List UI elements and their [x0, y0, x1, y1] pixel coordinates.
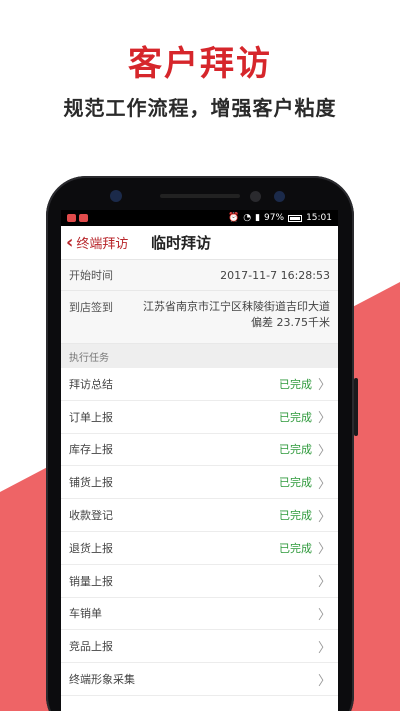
nav-bar: ‹ 终端拜访 临时拜访: [61, 226, 338, 260]
chevron-right-icon: 〉: [317, 607, 331, 623]
phone-side-button: [354, 378, 358, 436]
status-bar: ⏰ ◔ ▮ 97% 15:01: [61, 210, 338, 226]
task-row-sales-report[interactable]: 销量上报 〉: [61, 564, 338, 598]
alarm-icon: ⏰: [228, 213, 240, 223]
task-label: 铺货上报: [69, 476, 113, 490]
back-button[interactable]: ‹ 终端拜访: [61, 233, 128, 252]
proximity-sensor-icon: [274, 191, 285, 202]
chevron-right-icon: 〉: [317, 411, 331, 427]
chevron-right-icon: 〉: [317, 575, 331, 591]
task-row-payment-record[interactable]: 收款登记 已完成〉: [61, 499, 338, 532]
task-status: 已完成: [278, 476, 312, 490]
chevron-right-icon: 〉: [317, 542, 331, 558]
battery-icon: [288, 214, 303, 222]
task-label: 销量上报: [69, 574, 113, 588]
start-time-value: 2017-11-7 16:28:53: [220, 268, 330, 282]
checkin-row: 到店签到 江苏省南京市江宁区秣陵街道吉印大道 偏差 23.75千米: [61, 291, 338, 344]
chevron-right-icon: 〉: [317, 378, 331, 394]
checkin-label: 到店签到: [69, 301, 113, 314]
task-label: 订单上报: [69, 410, 113, 424]
task-label: 库存上报: [69, 443, 113, 457]
task-label: 拜访总结: [69, 377, 113, 391]
task-row-store-image[interactable]: 终端形象采集 〉: [61, 663, 338, 696]
task-label: 终端形象采集: [69, 673, 135, 687]
chevron-right-icon: 〉: [317, 509, 331, 525]
task-list: 拜访总结 已完成〉 订单上报 已完成〉 库存上报 已完成〉 铺货上报 已完成〉 …: [61, 368, 338, 696]
task-label: 退货上报: [69, 541, 113, 555]
checkin-offset: 偏差 23.75千米: [251, 316, 330, 329]
task-row-order-report[interactable]: 订单上报 已完成〉: [61, 400, 338, 434]
task-status: 已完成: [278, 377, 312, 391]
signal-icon: ▮: [255, 213, 261, 223]
task-row-distribution-report[interactable]: 铺货上报 已完成〉: [61, 466, 338, 500]
start-time-row: 开始时间 2017-11-7 16:28:53: [61, 260, 338, 291]
task-row-return-report[interactable]: 退货上报 已完成〉: [61, 531, 338, 565]
start-time-label: 开始时间: [69, 269, 113, 282]
task-row-visit-summary[interactable]: 拜访总结 已完成〉: [61, 368, 338, 401]
back-button-label: 终端拜访: [76, 237, 129, 252]
tasks-section-header: 执行任务: [61, 344, 338, 368]
chevron-right-icon: 〉: [317, 640, 331, 656]
task-status: 已完成: [278, 443, 312, 457]
earpiece-speaker: [160, 194, 240, 198]
task-row-vehicle-sales[interactable]: 车销单 〉: [61, 597, 338, 631]
task-row-competitor-report[interactable]: 竞品上报 〉: [61, 630, 338, 664]
task-status: 已完成: [278, 509, 312, 523]
camera-icon: [110, 190, 122, 202]
chevron-right-icon: 〉: [317, 476, 331, 492]
promo-subline: 规范工作流程，增强客户粘度: [63, 96, 337, 120]
status-time: 15:01: [306, 213, 332, 223]
battery-percent: 97%: [264, 213, 285, 223]
phone-screen: ⏰ ◔ ▮ 97% 15:01 ‹ 终端拜访 临时拜访 开始时间 2017-11…: [61, 210, 338, 711]
task-label: 收款登记: [69, 509, 113, 523]
front-camera-icon: [250, 191, 261, 202]
task-status: 已完成: [278, 541, 312, 555]
chevron-left-icon: ‹: [66, 231, 74, 253]
task-label: 车销单: [69, 607, 102, 621]
checkin-address: 江苏省南京市江宁区秣陵街道吉印大道: [143, 300, 330, 313]
task-row-inventory-report[interactable]: 库存上报 已完成〉: [61, 433, 338, 467]
page-title: 临时拜访: [151, 234, 212, 252]
task-label: 竞品上报: [69, 640, 113, 654]
task-status: 已完成: [278, 410, 312, 424]
wifi-icon: ◔: [243, 213, 252, 223]
chevron-right-icon: 〉: [317, 443, 331, 459]
notification-icon: [79, 214, 88, 222]
chevron-right-icon: 〉: [317, 673, 331, 689]
notification-icon: [67, 214, 76, 222]
promo-headline: 客户拜访: [128, 44, 272, 84]
